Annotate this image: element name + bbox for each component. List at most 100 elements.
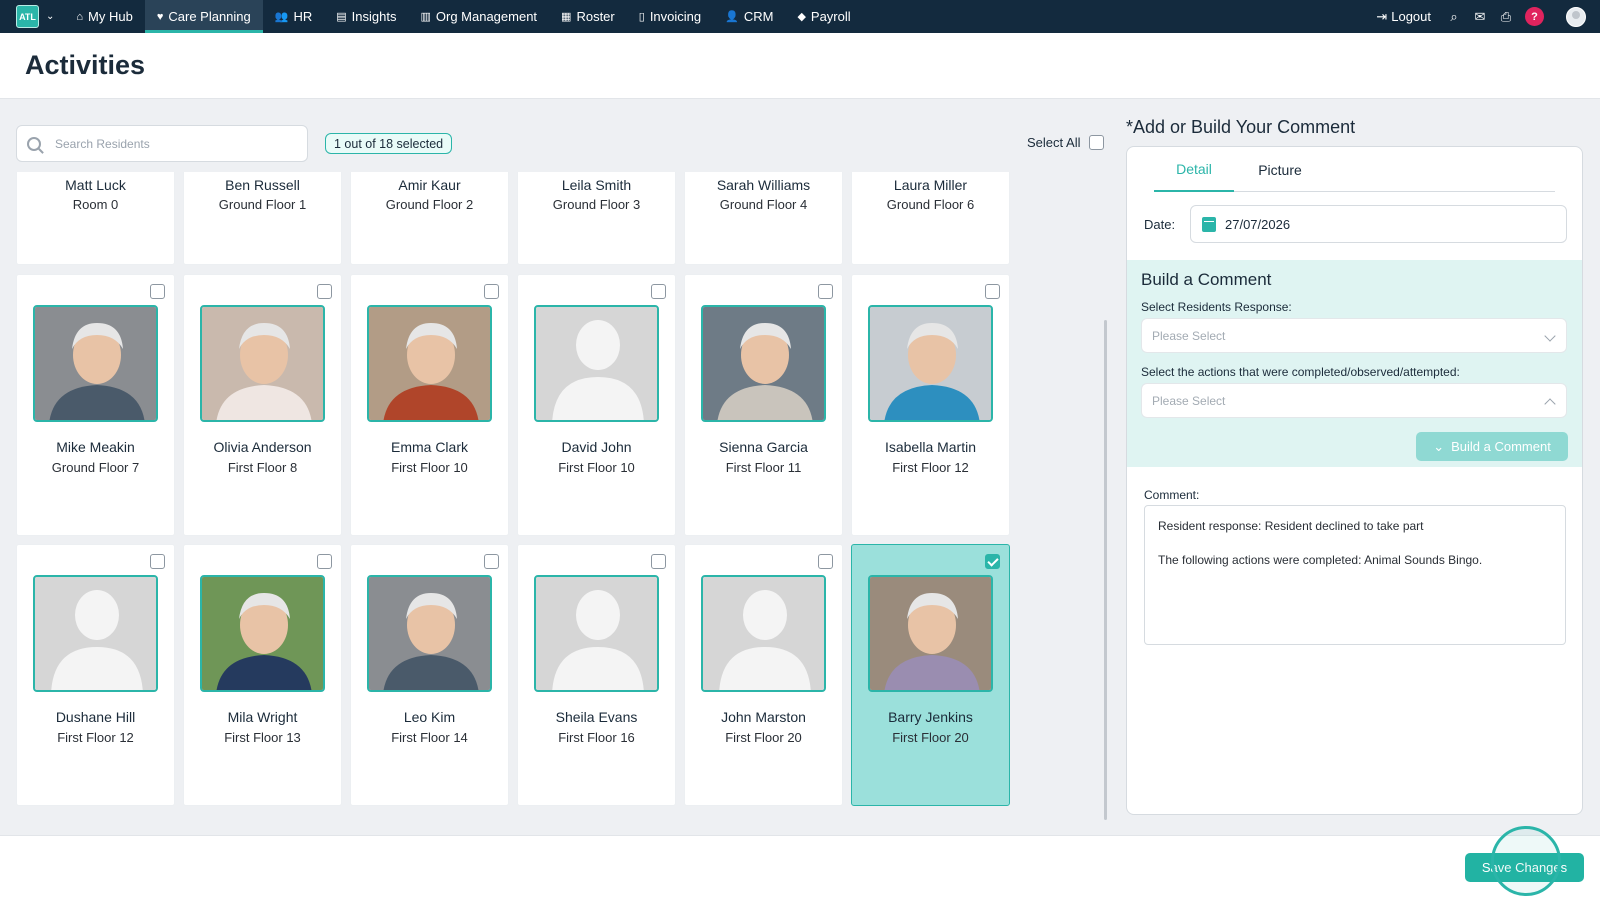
resident-room: First Floor 16 [558,730,635,745]
resident-room: Ground Floor 3 [552,197,641,212]
nav-item-org-management[interactable]: ▥ Org Management [408,0,549,33]
tab-detail[interactable]: Detail [1154,147,1234,192]
date-label: Date: [1144,217,1176,232]
resident-card[interactable]: Ben Russell Ground Floor 1 [183,172,342,265]
nav-item-label: Payroll [810,9,851,24]
nav-item-label: Insights [351,9,397,24]
home-icon: ⌂ [76,10,84,23]
mail-icon[interactable]: ✉ [1473,9,1487,24]
comment-textarea[interactable]: Resident response: Resident declined to … [1144,505,1566,645]
resident-room: Ground Floor 2 [385,197,474,212]
resident-card[interactable]: Sienna Garcia First Floor 11 [684,274,843,536]
select-all-checkbox[interactable] [1089,135,1105,150]
resident-card[interactable]: Sarah Williams Ground Floor 4 [684,172,843,265]
invoice-icon: ▯ [638,11,645,23]
logout-label: Logout [1391,9,1431,24]
resident-room: First Floor 12 [57,730,134,745]
resident-card[interactable]: Leo Kim First Floor 14 [350,544,509,806]
resident-checkbox[interactable] [317,554,332,569]
resident-room: Room 0 [72,197,119,212]
build-comment-button[interactable]: ⌄ Build a Comment [1416,432,1568,461]
resident-card[interactable]: Matt Luck Room 0 [16,172,175,265]
resident-room: First Floor 20 [725,730,802,745]
residents-grid: Matt Luck Room 0 Ben Russell Ground Floor 1… [16,172,1010,822]
resident-name: Dushane Hill [55,709,136,725]
build-comment-label: Build a Comment [1451,439,1551,454]
resident-card[interactable]: Amir Kaur Ground Floor 2 [350,172,509,265]
brand-switcher[interactable]: ATL ⌄ [16,5,54,28]
search-icon[interactable]: ⌕ [1447,9,1461,24]
select-all[interactable]: Select All [1027,135,1105,150]
resident-checkbox[interactable] [651,554,666,569]
nav-item-label: Org Management [435,9,538,24]
avatar-placeholder-icon [701,575,826,692]
chevron-down-icon: ⌄ [46,11,55,22]
response-label: Select Residents Response: [1141,300,1292,314]
response-placeholder: Please Select [1152,328,1226,343]
save-changes-button[interactable]: Save Changes [1465,853,1584,882]
help-icon[interactable]: ? [1525,7,1544,26]
resident-card[interactable]: Leila Smith Ground Floor 3 [517,172,676,265]
users-icon: 👥 [274,11,289,23]
resident-photo [367,575,492,692]
resident-card[interactable]: David John First Floor 10 [517,274,676,536]
actions-label: Select the actions that were completed/o… [1141,365,1460,379]
nav-item-payroll[interactable]: ◆ Payroll [785,0,862,33]
resident-card[interactable]: Emma Clark First Floor 10 [350,274,509,536]
nav-item-invoicing[interactable]: ▯ Invoicing [627,0,713,33]
resident-checkbox[interactable] [150,554,165,569]
resident-card[interactable]: Mila Wright First Floor 13 [183,544,342,806]
resident-name: Laura Miller [893,177,968,193]
resident-checkbox[interactable] [985,284,1000,299]
nav-item-label: My Hub [88,9,133,24]
resident-checkbox[interactable] [818,554,833,569]
calendar-icon [1202,216,1216,232]
resident-room: Ground Floor 1 [218,197,307,212]
user-avatar[interactable] [1566,6,1586,27]
resident-room: First Floor 11 [725,460,802,475]
nav-item-label: Care Planning [168,9,251,24]
resident-card[interactable]: Sheila Evans First Floor 16 [517,544,676,806]
resident-name: Isabella Martin [884,439,977,455]
nav-item-my-hub[interactable]: ⌂ My Hub [64,0,144,33]
print-icon[interactable]: ⎙ [1499,9,1513,24]
date-field[interactable]: 27/07/2026 [1190,205,1567,243]
resident-checkbox[interactable] [484,284,499,299]
resident-name: Mike Meakin [56,439,135,455]
nav-item-insights[interactable]: ▤ Insights [324,0,408,33]
logout-button[interactable]: ⇥ Logout [1376,9,1431,25]
resident-card[interactable]: Dushane Hill First Floor 12 [16,544,175,806]
comment-line: Resident response: Resident declined to … [1158,519,1424,533]
resident-card[interactable]: Isabella Martin First Floor 12 [851,274,1010,536]
nav-item-crm[interactable]: 👤 CRM [713,0,785,33]
scrollbar[interactable] [1104,320,1107,820]
resident-checkbox[interactable] [317,284,332,299]
nav-item-care-planning[interactable]: ♥ Care Planning [144,0,263,33]
resident-card[interactable]: Laura Miller Ground Floor 6 [851,172,1010,265]
resident-name: David John [561,439,632,455]
resident-checkbox[interactable] [484,554,499,569]
resident-checkbox[interactable] [985,554,1000,569]
nav-item-label: HR [293,9,313,24]
resident-name: Sienna Garcia [719,439,808,455]
resident-card[interactable]: Barry Jenkins First Floor 20 [851,544,1010,806]
tab-picture[interactable]: Picture [1240,147,1320,192]
response-select[interactable]: Please Select [1141,318,1567,353]
resident-room: First Floor 14 [391,730,468,745]
building-icon: ▥ [420,11,431,23]
resident-card[interactable]: John Marston First Floor 20 [684,544,843,806]
actions-select[interactable]: Please Select [1141,383,1567,418]
nav-menu: ⌂ My Hub ♥ Care Planning 👥 HR ▤ Insights ▥ Org Ma… [64,0,862,33]
resident-card[interactable]: Olivia Anderson First Floor 8 [183,274,342,536]
resident-checkbox[interactable] [651,284,666,299]
resident-card[interactable]: Mike Meakin Ground Floor 7 [16,274,175,536]
nav-item-roster[interactable]: ▦ Roster [549,0,627,33]
resident-checkbox[interactable] [150,284,165,299]
search-input[interactable] [55,136,275,151]
nav-item-hr[interactable]: 👥 HR [263,0,324,33]
resident-checkbox[interactable] [818,284,833,299]
panel-tabs: Detail Picture [1154,147,1555,192]
brand-logo: ATL [16,5,39,28]
resident-name: Amir Kaur [398,177,461,193]
search-box[interactable] [16,125,308,162]
